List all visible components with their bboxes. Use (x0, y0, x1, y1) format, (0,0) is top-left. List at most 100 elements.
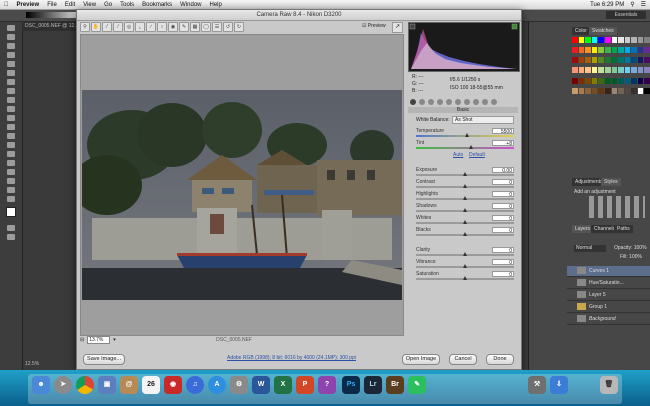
help-icon[interactable]: ? (318, 376, 336, 394)
swatch[interactable] (624, 67, 631, 74)
swatch[interactable] (644, 57, 650, 64)
snapshots-icon[interactable] (491, 99, 497, 105)
swatch[interactable] (644, 77, 650, 84)
swatch[interactable] (631, 47, 637, 54)
slider-knob[interactable] (463, 172, 467, 176)
slider-value-field[interactable]: 0 (492, 227, 514, 234)
zoom-level-field[interactable]: 13.7% (87, 335, 111, 344)
swatch[interactable] (598, 37, 604, 43)
swatch[interactable] (611, 77, 618, 84)
slider-knob[interactable] (463, 276, 467, 280)
eraser-tool-icon[interactable] (7, 115, 15, 121)
evernote-icon[interactable]: ✎ (408, 376, 426, 394)
swatch[interactable] (611, 57, 618, 64)
slider-track[interactable] (416, 172, 514, 176)
eyedropper-tool-icon[interactable] (7, 70, 15, 76)
slider-value-field[interactable]: 0 (492, 259, 514, 266)
straighten-tool-icon[interactable]: ∕ (146, 22, 156, 32)
slider-value-field[interactable]: 0 (492, 191, 514, 198)
slider-knob[interactable] (463, 220, 467, 224)
swatch[interactable] (598, 47, 604, 54)
swatch[interactable] (644, 47, 650, 54)
targeted-adjustment-icon[interactable]: ◎ (124, 22, 134, 32)
swatch[interactable] (637, 87, 644, 94)
move-tool-icon[interactable] (7, 25, 15, 31)
slider-knob[interactable] (463, 252, 467, 256)
tab-styles[interactable]: Styles (601, 178, 621, 186)
slider-track[interactable] (416, 264, 514, 268)
swatch[interactable] (572, 57, 578, 64)
app-store-icon[interactable]: A (208, 376, 226, 394)
layer-row[interactable]: Hue/Saturatio... (567, 278, 650, 289)
swatch[interactable] (618, 57, 624, 64)
blend-mode-select[interactable]: Normal (574, 245, 606, 252)
zoom-out-icon[interactable]: ⊟ (80, 337, 84, 343)
slider-value-field[interactable]: +8 (492, 140, 514, 147)
utility-icon[interactable]: ⚒ (528, 376, 546, 394)
slider-knob[interactable] (463, 232, 467, 236)
menu-bookmarks[interactable]: Bookmarks (138, 2, 176, 8)
history-brush-icon[interactable] (7, 106, 15, 112)
swatch[interactable] (644, 87, 650, 94)
zoom-tool-icon[interactable] (7, 196, 15, 202)
healing-tool-icon[interactable] (7, 79, 15, 85)
menu-tools[interactable]: Tools (116, 2, 138, 8)
foreground-color-swatch[interactable] (6, 207, 16, 217)
lightroom-icon[interactable]: Lr (364, 376, 382, 394)
red-eye-icon[interactable]: ◉ (168, 22, 178, 32)
trash-icon[interactable]: 🗑 (600, 376, 618, 394)
slider-value-field[interactable]: 0.00 (492, 167, 514, 174)
detail-icon[interactable] (428, 99, 434, 105)
slider-track[interactable] (416, 276, 514, 280)
slider-track[interactable] (416, 184, 514, 188)
rotate-right-icon[interactable]: ↻ (234, 22, 244, 32)
slider-track[interactable] (416, 133, 514, 137)
swatch[interactable] (585, 37, 591, 43)
swatch[interactable] (572, 37, 578, 43)
swatch[interactable] (604, 47, 611, 54)
swatch[interactable] (624, 37, 631, 43)
slider-track[interactable] (416, 232, 514, 236)
tab-color[interactable]: Color (572, 27, 590, 35)
adjustment-brush-icon[interactable]: ✎ (179, 22, 189, 32)
white-balance-tool-icon[interactable]: ⁄ (102, 22, 112, 32)
swatch[interactable] (644, 67, 650, 74)
swatch[interactable] (618, 77, 624, 84)
swatch[interactable] (644, 37, 650, 43)
slider-knob[interactable] (463, 196, 467, 200)
excel-icon[interactable]: X (274, 376, 292, 394)
swatch[interactable] (578, 47, 585, 54)
swatch[interactable] (572, 87, 578, 94)
preview-icon[interactable]: ▣ (98, 376, 116, 394)
swatch[interactable] (637, 47, 644, 54)
gradient-tool-icon[interactable] (7, 124, 15, 130)
finder-icon[interactable]: ☻ (32, 376, 50, 394)
swatches-grid[interactable] (572, 37, 650, 97)
rotate-left-icon[interactable]: ↺ (223, 22, 233, 32)
calendar-icon[interactable]: 26 (142, 376, 160, 394)
slider-track[interactable] (416, 145, 514, 149)
swatch[interactable] (585, 47, 591, 54)
swatch[interactable] (578, 87, 585, 94)
basic-tab-icon[interactable] (410, 99, 416, 105)
swatch[interactable] (618, 87, 624, 94)
adjustment-icons[interactable] (589, 196, 645, 218)
swatch[interactable] (631, 67, 637, 74)
white-balance-select[interactable]: As Shot (452, 116, 514, 124)
swatch[interactable] (591, 57, 598, 64)
fill-value[interactable]: 100% (629, 254, 642, 260)
swatch[interactable] (631, 37, 637, 43)
color-sampler-icon[interactable]: ⁄ (113, 22, 123, 32)
crop-tool-icon[interactable]: ⌞ (135, 22, 145, 32)
swatch[interactable] (611, 47, 618, 54)
swatch[interactable] (618, 37, 624, 43)
photo-booth-icon[interactable]: ◉ (164, 376, 182, 394)
downloads-icon[interactable]: ⇩ (550, 376, 568, 394)
slider-value-field[interactable]: 0 (492, 179, 514, 186)
swatch[interactable] (611, 67, 618, 74)
fill-control[interactable]: Fill: 100% (620, 254, 642, 260)
swatch[interactable] (624, 87, 631, 94)
quick-select-tool-icon[interactable] (7, 52, 15, 58)
menu-view[interactable]: View (79, 2, 100, 8)
type-tool-icon[interactable] (7, 160, 15, 166)
